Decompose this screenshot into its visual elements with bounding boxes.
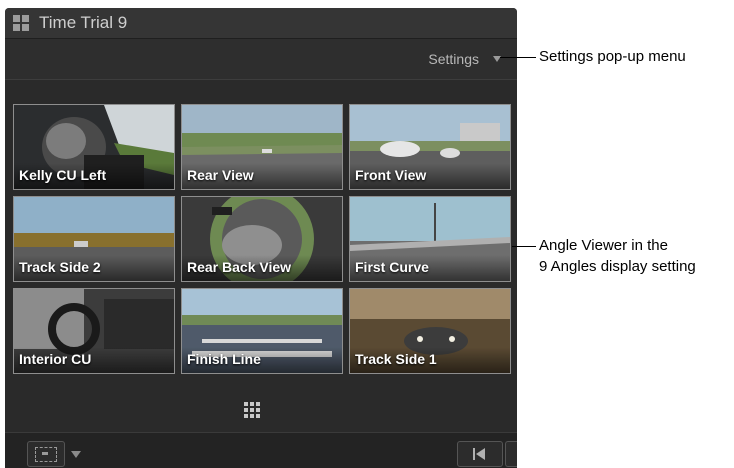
settings-callout-line xyxy=(500,57,536,58)
angle-label: Finish Line xyxy=(187,351,261,367)
go-to-start-icon xyxy=(473,448,475,460)
angle-thumbnail[interactable]: Interior CU xyxy=(13,288,175,374)
viewer-display-button[interactable] xyxy=(27,441,65,467)
angle-label: Rear View xyxy=(187,167,254,183)
angle-label: Track Side 1 xyxy=(355,351,437,367)
angle-grid-icon xyxy=(13,15,29,31)
angle-grid: Kelly CU Left Rear View Front View Track… xyxy=(13,104,511,380)
angle-label: Rear Back View xyxy=(187,259,292,275)
settings-callout: Settings pop-up menu xyxy=(539,48,686,65)
nine-angles-icon xyxy=(244,402,260,418)
angle-thumbnail[interactable]: Finish Line xyxy=(181,288,343,374)
chevron-down-icon[interactable] xyxy=(71,451,81,458)
viewer-callout-line2: 9 Angles display setting xyxy=(539,258,696,275)
angle-thumbnail[interactable]: Rear View xyxy=(181,104,343,190)
angle-label: Front View xyxy=(355,167,427,183)
angle-viewer-panel: Time Trial 9 Settings Kelly CU Left Rear… xyxy=(5,8,517,468)
angle-label: Kelly CU Left xyxy=(19,167,107,183)
settings-bar: Settings xyxy=(5,39,517,80)
angle-label: Track Side 2 xyxy=(19,259,101,275)
viewer-callout-line1: Angle Viewer in the xyxy=(539,237,668,254)
angle-thumbnail[interactable]: Track Side 2 xyxy=(13,196,175,282)
angle-thumbnail[interactable]: Rear Back View xyxy=(181,196,343,282)
settings-label: Settings xyxy=(428,51,479,67)
go-to-start-button[interactable] xyxy=(457,441,503,467)
bottom-bar xyxy=(5,432,517,468)
next-button[interactable] xyxy=(505,441,517,467)
viewer-display-dot xyxy=(42,452,48,455)
go-to-start-arrow xyxy=(476,448,485,460)
viewer-callout-line xyxy=(512,246,536,247)
angle-thumbnail[interactable]: First Curve xyxy=(349,196,511,282)
window-title: Time Trial 9 xyxy=(39,13,128,32)
settings-popup-menu[interactable]: Settings xyxy=(428,51,501,67)
angle-label: Interior CU xyxy=(19,351,92,367)
title-bar: Time Trial 9 xyxy=(5,8,517,39)
angle-thumbnail[interactable]: Track Side 1 xyxy=(349,288,511,374)
angle-thumbnail[interactable]: Front View xyxy=(349,104,511,190)
angle-thumbnail[interactable]: Kelly CU Left xyxy=(13,104,175,190)
angle-label: First Curve xyxy=(355,259,429,275)
